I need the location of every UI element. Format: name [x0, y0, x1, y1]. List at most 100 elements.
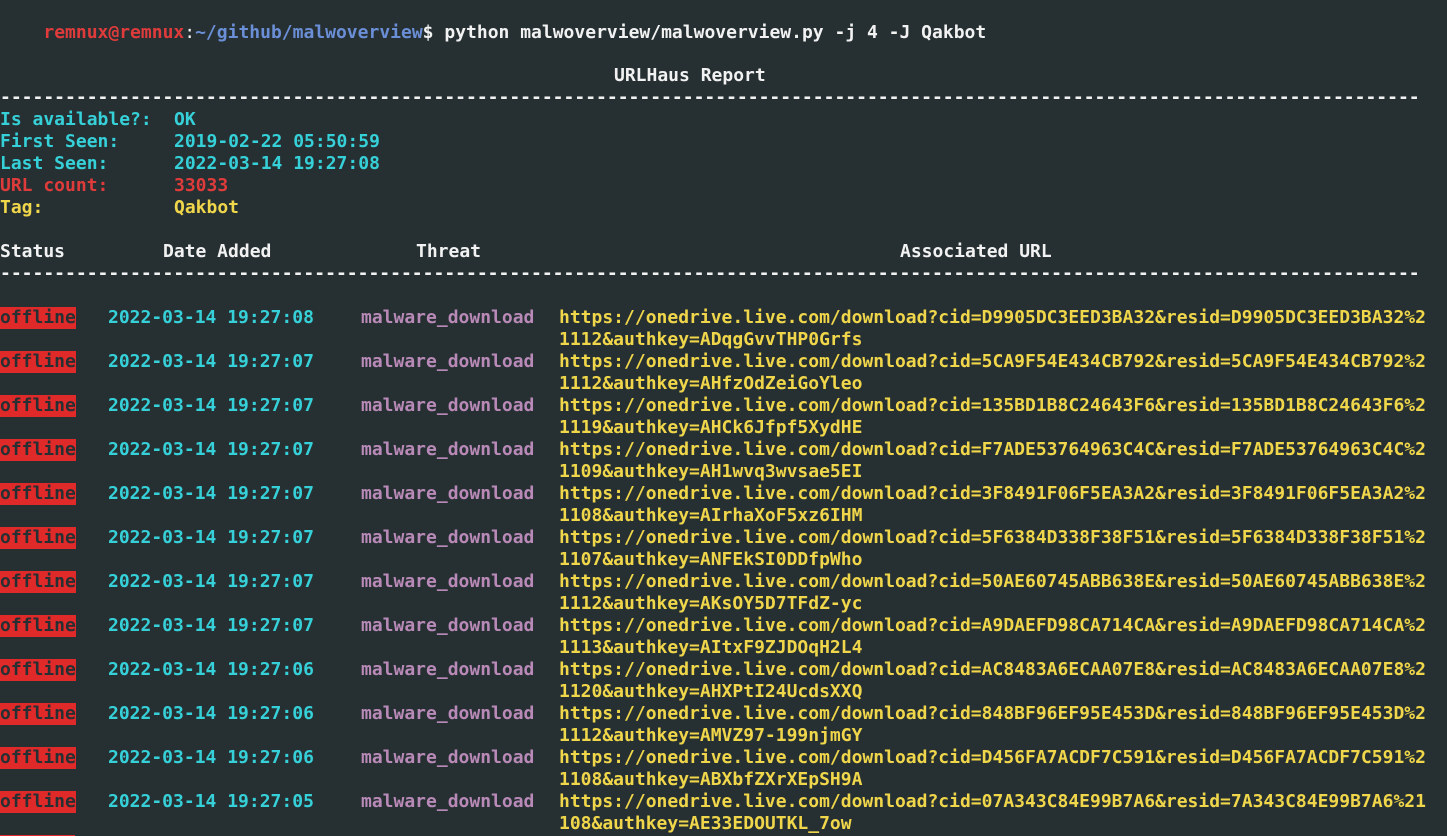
table-row: offline 2022-03-14 19:27:07 malware_downlo…: [0, 527, 1447, 549]
threat-type: malware_download: [361, 659, 535, 680]
table-row: offline 2022-03-14 19:27:06 malware_downlo…: [0, 659, 1447, 681]
associated-url-continued[interactable]: 1109&authkey=AH1wvq3wvsae5EI: [559, 461, 862, 483]
threat-type: malware_download: [361, 615, 535, 636]
associated-url-continued[interactable]: 108&authkey=AE33EDOUTKL_7ow: [559, 813, 852, 835]
header-date-added: Date Added: [163, 241, 272, 262]
field-label: Is available?:: [0, 109, 152, 130]
terminal-window[interactable]: remnux@remnux:~/github/malwoverview$ pyt…: [0, 0, 1447, 836]
status-badge: offline: [0, 395, 76, 417]
prompt-separator: :: [184, 22, 196, 43]
date-added: 2022-03-14 19:27:07: [108, 395, 314, 416]
table-row: offline 2022-03-14 19:27:07 malware_downlo…: [0, 615, 1447, 637]
field-label: Tag:: [0, 197, 44, 218]
header-threat: Threat: [416, 241, 482, 262]
associated-url-continued[interactable]: 1119&authkey=AHCk6Jfpf5XydHE: [559, 417, 862, 439]
field-value: OK: [174, 109, 196, 130]
threat-type: malware_download: [361, 307, 535, 328]
associated-url-continued[interactable]: 1112&authkey=AHfzOdZeiGoYleo: [559, 373, 862, 395]
status-badge: offline: [0, 747, 76, 769]
associated-url-continued[interactable]: 1108&authkey=ABXbfZXrXEpSH9A: [559, 769, 862, 791]
date-added: 2022-03-14 19:27:07: [108, 615, 314, 636]
associated-url[interactable]: https://onedrive.live.com/download?cid=A…: [559, 615, 1426, 637]
table-row: offline 2022-03-14 19:27:06 malware_downlo…: [0, 747, 1447, 769]
table-row: offline 2022-03-14 19:27:07 malware_downlo…: [0, 483, 1447, 505]
field-value: 2022-03-14 19:27:08: [174, 153, 380, 174]
table-row: offline 2022-03-14 19:27:07 malware_downlo…: [0, 439, 1447, 461]
date-added: 2022-03-14 19:27:05: [108, 791, 314, 812]
date-added: 2022-03-14 19:27:06: [108, 747, 314, 768]
table-row: offline 2022-03-14 19:27:05 malware_downlo…: [0, 791, 1447, 813]
field-is-available: Is available?: OK: [0, 109, 196, 131]
separator-line-bottom: ----------------------------------------…: [0, 263, 1420, 284]
date-added: 2022-03-14 19:27:07: [108, 483, 314, 504]
prompt-user-host: remnux@remnux: [43, 22, 185, 43]
table-row: offline 2022-03-14 19:27:07 malware_downlo…: [0, 351, 1447, 373]
threat-type: malware_download: [361, 439, 535, 460]
command-prompt-line: remnux@remnux:~/github/malwoverview$ pyt…: [0, 0, 986, 43]
status-badge: offline: [0, 307, 76, 329]
prompt-path: ~/github/malwoverview: [195, 22, 423, 43]
associated-url[interactable]: https://onedrive.live.com/download?cid=1…: [559, 395, 1426, 417]
table-row: offline 2022-03-14 19:27:08 malware_downlo…: [0, 307, 1447, 329]
associated-url-continued[interactable]: 1112&authkey=AKsOY5D7TFdZ-yc: [559, 593, 862, 615]
associated-url[interactable]: https://onedrive.live.com/download?cid=A…: [559, 659, 1426, 681]
date-added: 2022-03-14 19:27:06: [108, 659, 314, 680]
status-badge: offline: [0, 615, 76, 637]
status-badge: offline: [0, 571, 76, 593]
date-added: 2022-03-14 19:27:06: [108, 703, 314, 724]
threat-type: malware_download: [361, 395, 535, 416]
table-row: offline 2022-03-14 19:27:06 malware_downlo…: [0, 703, 1447, 725]
threat-type: malware_download: [361, 351, 535, 372]
field-last-seen: Last Seen: 2022-03-14 19:27:08: [0, 153, 380, 175]
field-value: Qakbot: [174, 197, 240, 218]
field-label: URL count:: [0, 175, 109, 196]
table-header: Status Date Added Threat Associated URL: [0, 241, 1447, 263]
associated-url[interactable]: https://onedrive.live.com/download?cid=3…: [559, 483, 1426, 505]
date-added: 2022-03-14 19:27:07: [108, 527, 314, 548]
associated-url-continued[interactable]: 1107&authkey=ANFEkSI0DDfpWho: [559, 549, 862, 571]
field-tag: Tag: Qakbot: [0, 197, 239, 219]
threat-type: malware_download: [361, 791, 535, 812]
field-label: First Seen:: [0, 131, 120, 152]
threat-type: malware_download: [361, 571, 535, 592]
associated-url[interactable]: https://onedrive.live.com/download?cid=0…: [559, 791, 1426, 813]
threat-type: malware_download: [361, 483, 535, 504]
field-value: 33033: [174, 175, 229, 196]
associated-url[interactable]: https://onedrive.live.com/download?cid=5…: [559, 351, 1426, 373]
field-value: 2019-02-22 05:50:59: [174, 131, 380, 152]
associated-url[interactable]: https://onedrive.live.com/download?cid=D…: [559, 747, 1426, 769]
associated-url[interactable]: https://onedrive.live.com/download?cid=8…: [559, 703, 1426, 725]
table-row: offline 2022-03-14 19:27:07 malware_downlo…: [0, 571, 1447, 593]
date-added: 2022-03-14 19:27:07: [108, 351, 314, 372]
status-badge: offline: [0, 791, 76, 813]
date-added: 2022-03-14 19:27:07: [108, 571, 314, 592]
status-badge: offline: [0, 527, 76, 549]
prompt-symbol: $: [422, 22, 434, 43]
status-badge: offline: [0, 483, 76, 505]
associated-url-continued[interactable]: 1120&authkey=AHXPtI24UcdsXXQ: [559, 681, 862, 703]
status-badge: offline: [0, 439, 76, 461]
associated-url[interactable]: https://onedrive.live.com/download?cid=F…: [559, 439, 1426, 461]
prompt-command[interactable]: python malwoverview/malwoverview.py -j 4…: [434, 22, 986, 43]
status-badge: offline: [0, 659, 76, 681]
report-title: URLHaus Report: [614, 65, 766, 86]
associated-url-continued[interactable]: 1112&authkey=AMVZ97-199njmGY: [559, 725, 862, 747]
separator-line-top: ----------------------------------------…: [0, 87, 1420, 108]
header-associated-url: Associated URL: [900, 241, 1052, 262]
associated-url-continued[interactable]: 1113&authkey=AItxF9ZJDOqH2L4: [559, 637, 862, 659]
threat-type: malware_download: [361, 527, 535, 548]
threat-type: malware_download: [361, 703, 535, 724]
header-status: Status: [0, 241, 66, 262]
associated-url[interactable]: https://onedrive.live.com/download?cid=5…: [559, 527, 1426, 549]
associated-url[interactable]: https://onedrive.live.com/download?cid=5…: [559, 571, 1426, 593]
associated-url[interactable]: https://onedrive.live.com/download?cid=D…: [559, 307, 1426, 329]
field-label: Last Seen:: [0, 153, 109, 174]
status-badge: offline: [0, 351, 76, 373]
date-added: 2022-03-14 19:27:07: [108, 439, 314, 460]
associated-url-continued[interactable]: 1108&authkey=AIrhaXoF5xz6IHM: [559, 505, 862, 527]
status-badge: offline: [0, 703, 76, 725]
field-first-seen: First Seen: 2019-02-22 05:50:59: [0, 131, 380, 153]
table-row: offline 2022-03-14 19:27:07 malware_downlo…: [0, 395, 1447, 417]
threat-type: malware_download: [361, 747, 535, 768]
associated-url-continued[interactable]: 1112&authkey=ADqgGvvTHP0Grfs: [559, 329, 862, 351]
